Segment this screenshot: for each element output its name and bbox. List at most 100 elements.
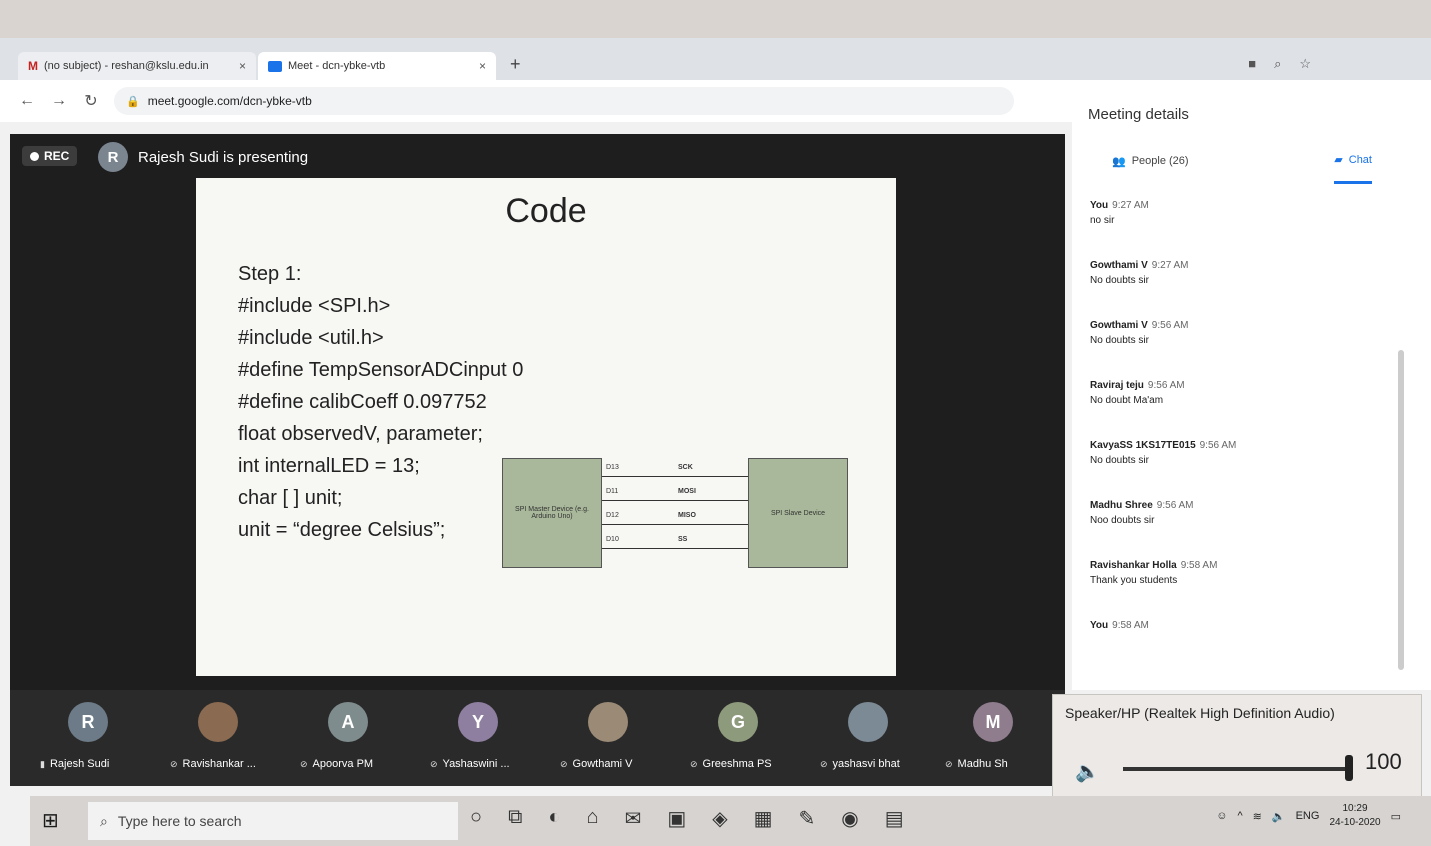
photos-icon[interactable]: ▦ [754,806,773,831]
volume-slider[interactable] [1123,767,1349,771]
participant-tile[interactable]: A ⊘ Apoorva PM [290,698,420,784]
forward-icon[interactable]: → [50,92,68,110]
network-app-icon[interactable]: ⌂ [586,806,598,831]
presenter-banner: R Rajesh Sudi is presenting [98,142,308,172]
sender-name: Raviraj teju [1090,380,1144,391]
avatar: R [68,702,108,742]
sender-name: Gowthami V [1090,260,1148,271]
pin-label: D13 [606,464,619,471]
spi-diagram: SPI Master Device (e.g. Arduino Uno) SPI… [502,448,852,578]
meeting-details-panel: Meeting details 👥 People (26) ▰ Chat You… [1072,90,1431,690]
explorer-icon[interactable]: ▤ [885,806,904,831]
camera-icon[interactable]: ■ [1248,56,1256,72]
code-block: Step 1: #include <SPI.h> #include <util.… [238,258,523,546]
code-line: #include <util.h> [238,327,384,349]
new-tab-button[interactable]: + [510,54,521,75]
spi-slave-box: SPI Slave Device [748,458,848,568]
clock[interactable]: 10:29 24-10-2020 [1329,802,1380,830]
taskbar-apps: ○ ⧉ ◐ ⌂ ✉ ▣ ◈ ▦ ✎ ◉ ▤ [470,806,904,831]
close-icon[interactable]: × [479,59,486,73]
clock-date: 24-10-2020 [1329,817,1381,828]
speaker-icon[interactable]: 🔈 [1075,759,1100,784]
chat-icon: ▰ [1334,154,1343,166]
lock-icon: 🔒 [126,95,140,108]
participant-tile[interactable]: ⊘ yashasvi bhat [810,698,940,784]
tab-meet[interactable]: Meet - dcn-ybke-vtb × [258,52,496,80]
participant-tile[interactable]: G ⊘ Greeshma PS [680,698,810,784]
search-icon[interactable]: ⌕ [1274,56,1281,72]
participant-strip: R ▮ Rajesh Sudi ⊘ Ravishankar ... A ⊘ Apoor… [10,690,1065,786]
participant-tile[interactable]: ⊘ Gowthami V [550,698,680,784]
edge-icon[interactable]: ◐ [548,806,560,831]
sender-name: Gowthami V [1090,320,1148,331]
pen-icon[interactable]: ✎ [799,806,816,831]
tab-gmail[interactable]: M (no subject) - reshan@kslu.edu.in × [18,52,256,80]
close-icon[interactable]: × [239,59,246,73]
task-view-icon[interactable]: ⧉ [508,806,522,831]
mail-icon[interactable]: ✉ [625,806,642,831]
recording-badge: REC [22,146,78,166]
participant-tile[interactable]: Y ⊘ Yashaswini ... [420,698,550,784]
back-icon[interactable]: ← [18,92,36,110]
tab-chat[interactable]: ▰ Chat [1334,144,1372,184]
url-text: meet.google.com/dcn-ybke-vtb [147,94,312,108]
message-text: no sir [1090,215,1115,226]
participant-tile[interactable]: R ▮ Rajesh Sudi [30,698,160,784]
signal-line [602,476,748,477]
mic-off-icon: ⊘ [300,758,308,769]
chat-message: You 9:27 AM no sir [1090,200,1390,260]
shield-icon[interactable]: ◈ [712,806,727,831]
chevron-up-icon[interactable]: ^ [1238,810,1243,822]
chat-scrollbar[interactable] [1398,350,1404,670]
address-bar[interactable]: 🔒 meet.google.com/dcn-ybke-vtb [114,87,1014,115]
code-line: float observedV, parameter; [238,423,483,445]
signal-label: SCK [678,464,693,471]
message-time: 9:58 AM [1112,620,1149,631]
presenter-text: Rajesh Sudi is presenting [138,148,309,166]
tab-label: People (26) [1131,155,1189,167]
message-text: No doubts sir [1090,335,1149,346]
mic-off-icon: ⊘ [560,758,568,769]
volume-slider-thumb[interactable] [1345,755,1353,781]
message-text: Noo doubts sir [1090,515,1155,526]
cortana-icon[interactable]: ○ [470,806,482,831]
system-tray: ☺ ^ ≋ 🔈 ENG 10:29 24-10-2020 ▭ [1216,802,1401,830]
code-line: Step 1: [238,263,302,285]
signal-line [602,548,748,549]
sender-name: Ravishankar Holla [1090,560,1177,571]
meeting-stage: REC R Rajesh Sudi is presenting Code Ste… [10,134,1065,690]
windows-start-icon[interactable]: ⊞ [42,808,59,833]
participant-name: yashasvi bhat [832,758,900,770]
participant-tile[interactable]: M ⊘ Madhu Sh [935,698,1055,784]
spi-master-box: SPI Master Device (e.g. Arduino Uno) [502,458,602,568]
message-time: 9:58 AM [1180,560,1218,571]
tab-label: Chat [1348,153,1372,166]
taskbar-search[interactable]: ⌕ Type here to search [88,802,458,840]
tab-label: (no subject) - reshan@kslu.edu.in [44,60,209,72]
people-icon: 👥 [1112,155,1126,168]
reload-icon[interactable]: ↻ [82,91,100,111]
audio-device-label[interactable]: Speaker/HP (Realtek High Definition Audi… [1065,705,1335,721]
gmail-icon: M [28,59,38,73]
code-line: int internalLED = 13; [238,455,420,477]
signal-label: MOSI [678,488,696,495]
avatar: R [98,142,128,172]
tab-people[interactable]: 👥 People (26) [1112,144,1189,184]
avatar [588,702,628,742]
people-icon[interactable]: ☺ [1216,810,1227,822]
language-label[interactable]: ENG [1296,810,1320,822]
code-line: #define TempSensorADCinput 0 [238,359,524,381]
star-icon[interactable]: ☆ [1299,56,1311,72]
store-icon[interactable]: ▣ [667,806,686,831]
tab-bar: M (no subject) - reshan@kslu.edu.in × Me… [0,38,1431,80]
volume-icon[interactable]: 🔈 [1272,810,1286,823]
mic-off-icon: ⊘ [820,758,828,769]
sender-name: Madhu Shree [1090,500,1153,511]
wifi-icon[interactable]: ≋ [1253,810,1262,823]
participant-tile[interactable]: ⊘ Ravishankar ... [160,698,290,784]
search-icon: ⌕ [100,812,108,829]
pin-label: D11 [606,488,619,495]
notification-icon[interactable]: ▭ [1391,810,1401,823]
chrome-icon[interactable]: ◉ [841,806,858,831]
pin-label: D12 [606,512,619,519]
